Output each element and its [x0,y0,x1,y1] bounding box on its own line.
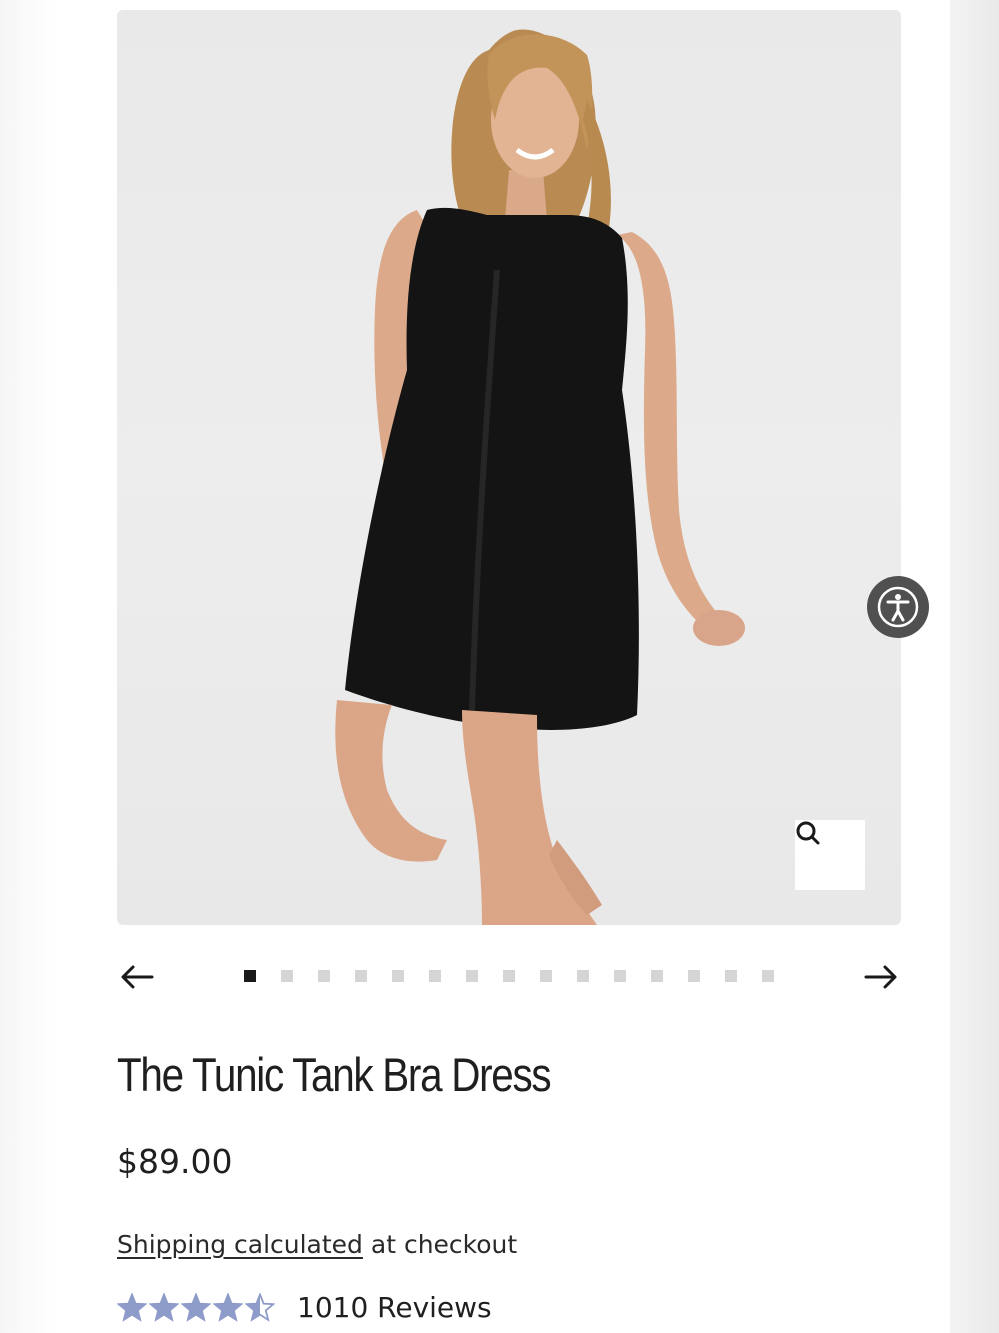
previous-image-button[interactable] [117,955,157,999]
shipping-note-suffix: at checkout [362,1230,518,1259]
product-title: The Tunic Tank Bra Dress [117,1048,552,1101]
model-photo-illustration [335,29,745,925]
product-price: $89.00 [117,1142,233,1181]
carousel-dot[interactable] [725,970,737,982]
carousel-dot[interactable] [392,970,404,982]
carousel-dot[interactable] [244,970,256,982]
image-carousel-nav [117,955,901,999]
carousel-dot[interactable] [355,970,367,982]
carousel-dot[interactable] [614,970,626,982]
product-page: The Tunic Tank Bra Dress $89.00 Shipping… [0,0,999,1333]
star-icon [117,1293,147,1322]
accessibility-icon [877,586,919,628]
star-icon [149,1293,179,1322]
carousel-dot[interactable] [503,970,515,982]
accessibility-button[interactable] [867,576,929,638]
rating-stars [117,1293,275,1323]
carousel-dot[interactable] [577,970,589,982]
star-icon [181,1293,211,1322]
carousel-dot[interactable] [281,970,293,982]
zoom-button[interactable] [795,820,865,890]
shipping-note: Shipping calculated at checkout [117,1228,517,1262]
next-image-button[interactable] [861,955,901,999]
carousel-dot[interactable] [466,970,478,982]
right-edge-shadow [950,0,999,1333]
search-icon [796,821,820,845]
star-icon [213,1293,243,1322]
carousel-dots [244,970,774,982]
reviews-link[interactable]: 1010 Reviews [297,1288,492,1328]
arrow-right-icon [864,965,897,989]
shipping-info-link[interactable]: Shipping calculated [117,1230,363,1259]
star-icon [245,1293,275,1322]
arrow-left-icon [121,965,154,989]
carousel-dot[interactable] [651,970,663,982]
left-edge-shadow [0,0,60,1333]
carousel-dot[interactable] [762,970,774,982]
carousel-dot[interactable] [429,970,441,982]
carousel-dot[interactable] [318,970,330,982]
product-image[interactable] [117,10,901,925]
carousel-dot[interactable] [540,970,552,982]
carousel-dot[interactable] [688,970,700,982]
product-rating[interactable]: 1010 Reviews [117,1288,492,1328]
